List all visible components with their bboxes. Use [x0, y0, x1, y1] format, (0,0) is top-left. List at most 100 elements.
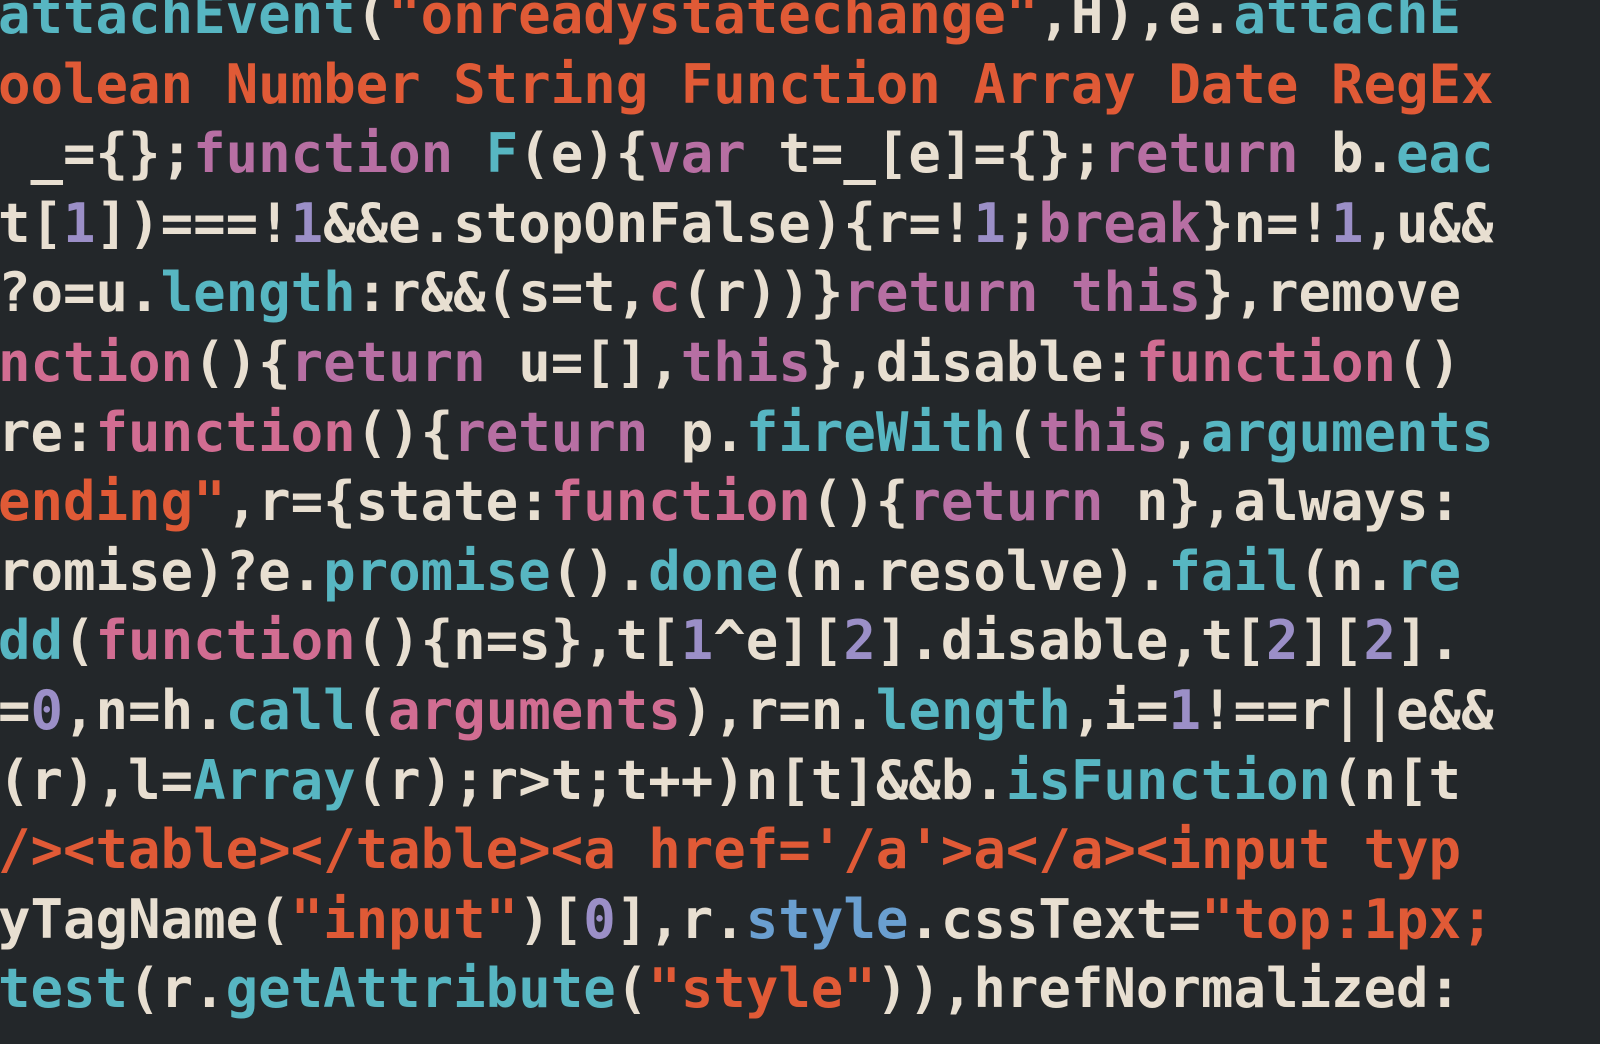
code-token: "input" [291, 888, 519, 951]
code-token: (). [551, 540, 649, 603]
code-token: 2 [1266, 609, 1299, 672]
code-token: (r. [128, 957, 226, 1020]
code-token: 1 [291, 192, 324, 255]
code-token: test [0, 957, 128, 1020]
code-token: return [1103, 122, 1298, 185]
code-token: fail [1168, 540, 1298, 603]
code-token: 1 [973, 192, 1006, 255]
code-token: (){ [811, 470, 909, 533]
code-token: promise [323, 540, 551, 603]
code-token: (r),l= [0, 749, 193, 812]
code-line: attachEvent("onreadystatechange",H),e.at… [0, 0, 1461, 46]
code-token: function [96, 401, 356, 464]
code-token: return [908, 470, 1103, 533]
code-token: 1 [1331, 192, 1364, 255]
code-token: ,H),e. [1038, 0, 1233, 46]
code-token: !==r||e&& [1201, 679, 1494, 742]
code-token: 2 [1364, 609, 1397, 672]
code-token: ]. [1396, 609, 1461, 672]
code-token: ),r=n. [681, 679, 876, 742]
code-token: b. [1299, 122, 1397, 185]
code-line: ?o=u.length:r&&(s=t,c(r))}return this},r… [0, 261, 1461, 324]
code-line: yTagName("input")[0],r.style.cssText="to… [0, 888, 1494, 951]
code-token: },remove [1201, 261, 1461, 324]
code-token: ^e][ [713, 609, 843, 672]
code-token: p. [648, 401, 746, 464]
code-line: ending",r={state:function(){return n},al… [0, 470, 1461, 533]
code-token: this [1038, 401, 1168, 464]
code-token: (n. [1298, 540, 1396, 603]
code-line: nction(){return u=[],this},disable:funct… [0, 331, 1461, 394]
code-token: (e){ [518, 122, 648, 185]
code-token: )[ [518, 888, 583, 951]
code-token: function [193, 122, 453, 185]
code-token: , [1168, 401, 1201, 464]
code-token: ,i= [1071, 679, 1169, 742]
code-line: t[1])===!1&&e.stopOnFalse){r=!1;break}n=… [0, 192, 1494, 255]
code-token: ( [63, 609, 96, 672]
code-token: fireWith [746, 401, 1006, 464]
code-token: (r))} [681, 261, 844, 324]
code-token: 1 [1168, 679, 1201, 742]
code-token: length [161, 261, 356, 324]
code-editor-view[interactable]: attachEvent("onreadystatechange",H),e.at… [0, 0, 1598, 1024]
code-token: n},always: [1103, 470, 1461, 533]
code-token: &&e.stopOnFalse){r=! [323, 192, 973, 255]
code-token: ending" [0, 470, 226, 533]
code-token: return [453, 401, 648, 464]
code-token: (){n=s},t[ [356, 609, 681, 672]
code-token: re [1396, 540, 1461, 603]
code-token: ][ [1298, 609, 1363, 672]
code-token: function [1136, 331, 1396, 394]
code-token: (r);r>t;t++)n[t]&&b. [356, 749, 1006, 812]
code-line: /><table></table><a href='/a'>a</a><inpu… [0, 818, 1461, 881]
code-token: ( [616, 957, 649, 1020]
code-token [1038, 261, 1071, 324]
code-token: nction [0, 331, 193, 394]
code-token: () [1396, 331, 1461, 394]
code-token: yTagName( [0, 888, 291, 951]
code-token: isFunction [1006, 749, 1331, 812]
code-token: "onreadystatechange" [388, 0, 1038, 46]
code-token: eac [1396, 122, 1494, 185]
code-token: 1 [681, 609, 714, 672]
code-token: }n=! [1201, 192, 1331, 255]
code-line: (r),l=Array(r);r>t;t++)n[t]&&b.isFunctio… [0, 749, 1461, 812]
code-token: re: [0, 401, 96, 464]
code-token: .cssText= [908, 888, 1201, 951]
code-token: break [1038, 192, 1201, 255]
code-token: )),hrefNormalized: [876, 957, 1461, 1020]
code-token: _={}; [0, 122, 193, 185]
code-token: dd [0, 609, 63, 672]
code-token: ( [356, 679, 389, 742]
code-token: style [746, 888, 909, 951]
code-token: getAttribute [226, 957, 616, 1020]
code-token: this [1071, 261, 1201, 324]
code-token: (n.resolve). [778, 540, 1168, 603]
code-token: ,u&& [1364, 192, 1494, 255]
code-token: u=[], [486, 331, 681, 394]
code-token: ,r={state: [226, 470, 551, 533]
code-line: test(r.getAttribute("style")),hrefNormal… [0, 957, 1461, 1020]
code-token: oolean Number String Function Array Date… [0, 53, 1494, 116]
code-token: ; [1006, 192, 1039, 255]
code-token: (n[t [1331, 749, 1461, 812]
code-line: romise)?e.promise().done(n.resolve).fail… [0, 540, 1461, 603]
code-token: 1 [63, 192, 96, 255]
code-token: ?o=u. [0, 261, 161, 324]
code-token: Array [193, 749, 356, 812]
code-token: function [96, 609, 356, 672]
code-token: (){ [193, 331, 291, 394]
code-token: (){ [356, 401, 454, 464]
code-token: /><table></table><a href='/a'>a</a><inpu… [0, 818, 1461, 881]
code-token: return [291, 331, 486, 394]
code-line: dd(function(){n=s},t[1^e][2].disable,t[2… [0, 609, 1461, 672]
code-line: re:function(){return p.fireWith(this,arg… [0, 401, 1494, 464]
code-token: length [876, 679, 1071, 742]
code-token: :r&&(s=t, [356, 261, 649, 324]
code-token: ].disable,t[ [876, 609, 1266, 672]
code-token: ])===! [96, 192, 291, 255]
code-token: ,n=h. [63, 679, 226, 742]
code-token: t=_[e]={}; [746, 122, 1104, 185]
code-token: var [648, 122, 746, 185]
